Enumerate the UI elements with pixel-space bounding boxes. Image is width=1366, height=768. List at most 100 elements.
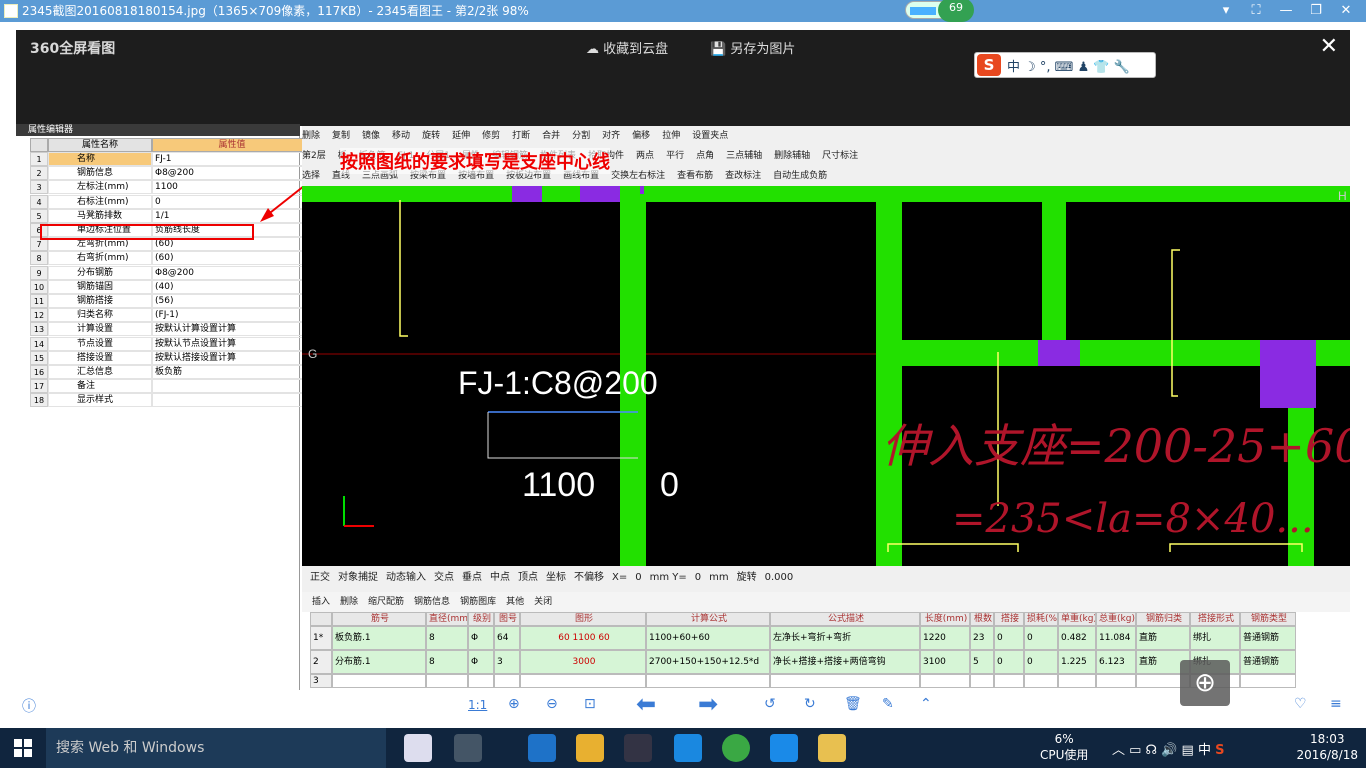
toolbar-button[interactable]: 平行 <box>666 146 684 166</box>
table-cell[interactable]: 1100+60+60 <box>646 626 770 650</box>
toolbar-button[interactable]: 设置夹点 <box>692 126 728 146</box>
table-cell[interactable] <box>994 674 1024 688</box>
column-header[interactable]: 单重(kg) <box>1058 612 1096 626</box>
start-button[interactable] <box>14 739 32 757</box>
rotate-left-icon[interactable]: ↺ <box>764 696 776 712</box>
table-toolbar-button[interactable]: 钢筋信息 <box>414 592 450 612</box>
column-header[interactable]: 搭接 <box>994 612 1024 626</box>
toolbar-button[interactable]: 尺寸标注 <box>822 146 858 166</box>
ime-toolbar[interactable]: S 中 ☽ °, ⌨ ♟ 👕 🔧 <box>974 52 1156 78</box>
toolbar-button[interactable]: 移动 <box>392 126 410 146</box>
toolbar-button[interactable]: 分割 <box>572 126 590 146</box>
status-item[interactable]: 0 <box>635 566 641 590</box>
delete-icon[interactable]: 🗑 <box>844 696 862 712</box>
toolbar-button[interactable]: 第2层 <box>302 146 326 166</box>
status-item[interactable]: 顶点 <box>518 566 538 590</box>
toolbar-button[interactable]: 合并 <box>542 126 560 146</box>
table-cell[interactable]: 0 <box>1024 626 1058 650</box>
fit-icon[interactable]: ⊡ <box>584 696 596 712</box>
ratio-button[interactable]: 1:1 <box>468 698 487 712</box>
dropdown-icon[interactable]: ▾ <box>1216 2 1236 20</box>
property-row[interactable]: 15 搭接设置 按默认搭接设置计算 <box>30 350 312 365</box>
more-icon[interactable]: ⌃ <box>920 696 932 712</box>
info-icon[interactable]: ⓘ <box>22 696 36 716</box>
cad-canvas[interactable]: FJ-1:C8@200 1100 0 G H 伸入支座=200-25+60 =2… <box>302 186 1350 566</box>
zoom-in-icon[interactable]: ⊕ <box>508 696 520 712</box>
toolbar-button[interactable]: 三点辅轴 <box>726 146 762 166</box>
property-row[interactable]: 17 备注 <box>30 379 312 394</box>
table-cell[interactable]: 左净长+弯折+弯折 <box>770 626 920 650</box>
status-item[interactable]: 不偏移 <box>574 566 604 590</box>
table-cell[interactable]: 8 <box>426 626 468 650</box>
column-header[interactable]: 长度(mm) <box>920 612 970 626</box>
app-icon-1[interactable] <box>454 734 482 762</box>
property-row[interactable]: 12 归类名称 (FJ-1) <box>30 308 312 323</box>
clock[interactable]: 18:03 2016/8/18 <box>1296 731 1358 763</box>
toolbar-button[interactable]: 对齐 <box>602 126 620 146</box>
table-cell[interactable]: 普通钢筋 <box>1240 626 1296 650</box>
property-value[interactable]: (56) <box>152 294 312 308</box>
table-cell[interactable] <box>1024 674 1058 688</box>
column-header[interactable]: 图形 <box>520 612 646 626</box>
status-item[interactable]: 0.000 <box>765 566 794 590</box>
status-item[interactable]: 旋转 <box>737 566 757 590</box>
fullscreen-icon[interactable]: ⛶ <box>1246 2 1266 20</box>
toolbar-button[interactable]: 点角 <box>696 146 714 166</box>
table-cell[interactable]: 1220 <box>920 626 970 650</box>
status-item[interactable]: 交点 <box>434 566 454 590</box>
app-icon-4[interactable] <box>770 734 798 762</box>
toolbar-button[interactable]: 偏移 <box>632 126 650 146</box>
property-value[interactable]: (60) <box>152 251 312 266</box>
column-header[interactable]: 钢筋归类 <box>1136 612 1190 626</box>
table-cell[interactable] <box>468 674 494 688</box>
table-cell[interactable]: 2700+150+150+12.5*d <box>646 650 770 674</box>
table-toolbar-button[interactable]: 关闭 <box>534 592 552 612</box>
prev-icon[interactable]: ⬅ <box>636 690 656 718</box>
table-cell[interactable]: Φ <box>468 650 494 674</box>
save-as-button[interactable]: 💾 另存为图片 <box>710 38 795 57</box>
table-cell[interactable]: 3 <box>494 650 520 674</box>
property-value[interactable]: 按默认节点设置计算 <box>152 336 312 351</box>
property-row[interactable]: 8 右弯折(mm) (60) <box>30 251 312 266</box>
toolbar-button[interactable]: 打断 <box>512 126 530 146</box>
toolbar-button[interactable]: 删除 <box>302 126 320 146</box>
property-value[interactable] <box>152 379 312 394</box>
property-value[interactable]: 按默认计算设置计算 <box>152 322 312 337</box>
favorite-icon[interactable]: ♡ <box>1294 696 1307 712</box>
table-cell[interactable] <box>770 674 920 688</box>
status-item[interactable]: 0 <box>695 566 701 590</box>
table-cell[interactable]: 净长+搭接+搭接+两倍弯钩 <box>770 650 920 674</box>
system-tray[interactable]: ︿ ▭ ☊ 🔊 ▤ 中 S <box>1112 739 1225 758</box>
toolbar-button[interactable]: 镜像 <box>362 126 380 146</box>
status-item[interactable]: X= <box>612 566 627 590</box>
property-value[interactable]: (FJ-1) <box>152 308 312 323</box>
table-cell[interactable] <box>1240 674 1296 688</box>
table-cell[interactable]: 普通钢筋 <box>1240 650 1296 674</box>
column-header[interactable]: 总重(kg) <box>1096 612 1136 626</box>
column-header[interactable]: 级别 <box>468 612 494 626</box>
magnifier-icon[interactable]: ⊕ <box>1180 660 1230 706</box>
table-cell[interactable]: Φ <box>468 626 494 650</box>
table-cell[interactable] <box>494 674 520 688</box>
edit-icon[interactable]: ✎ <box>882 696 894 712</box>
status-item[interactable]: mm <box>709 566 728 590</box>
property-row[interactable]: 16 汇总信息 板负筋 <box>30 365 312 379</box>
table-cell[interactable]: 板负筋.1 <box>332 626 426 650</box>
table-cell[interactable]: 11.084 <box>1096 626 1136 650</box>
column-header[interactable]: 损耗(%) <box>1024 612 1058 626</box>
table-cell[interactable]: 0 <box>1024 650 1058 674</box>
column-header[interactable]: 钢筋类型 <box>1240 612 1296 626</box>
table-cell[interactable]: 6.123 <box>1096 650 1136 674</box>
column-header[interactable]: 计算公式 <box>646 612 770 626</box>
next-icon[interactable]: ➡ <box>698 690 718 718</box>
sogou-tray-icon[interactable]: S <box>1215 743 1224 758</box>
viewer-app-icon[interactable] <box>818 734 846 762</box>
edge-icon[interactable] <box>528 734 556 762</box>
table-toolbar-button[interactable]: 缩尺配筋 <box>368 592 404 612</box>
viewer-close-icon[interactable]: ✕ <box>1320 34 1338 59</box>
property-row[interactable]: 18 显示样式 <box>30 393 312 408</box>
status-item[interactable]: 中点 <box>490 566 510 590</box>
property-row[interactable]: 14 节点设置 按默认节点设置计算 <box>30 336 312 351</box>
memory-widget[interactable]: 69 <box>905 0 974 22</box>
toolbar-button[interactable]: 自动生成负筋 <box>773 166 827 186</box>
